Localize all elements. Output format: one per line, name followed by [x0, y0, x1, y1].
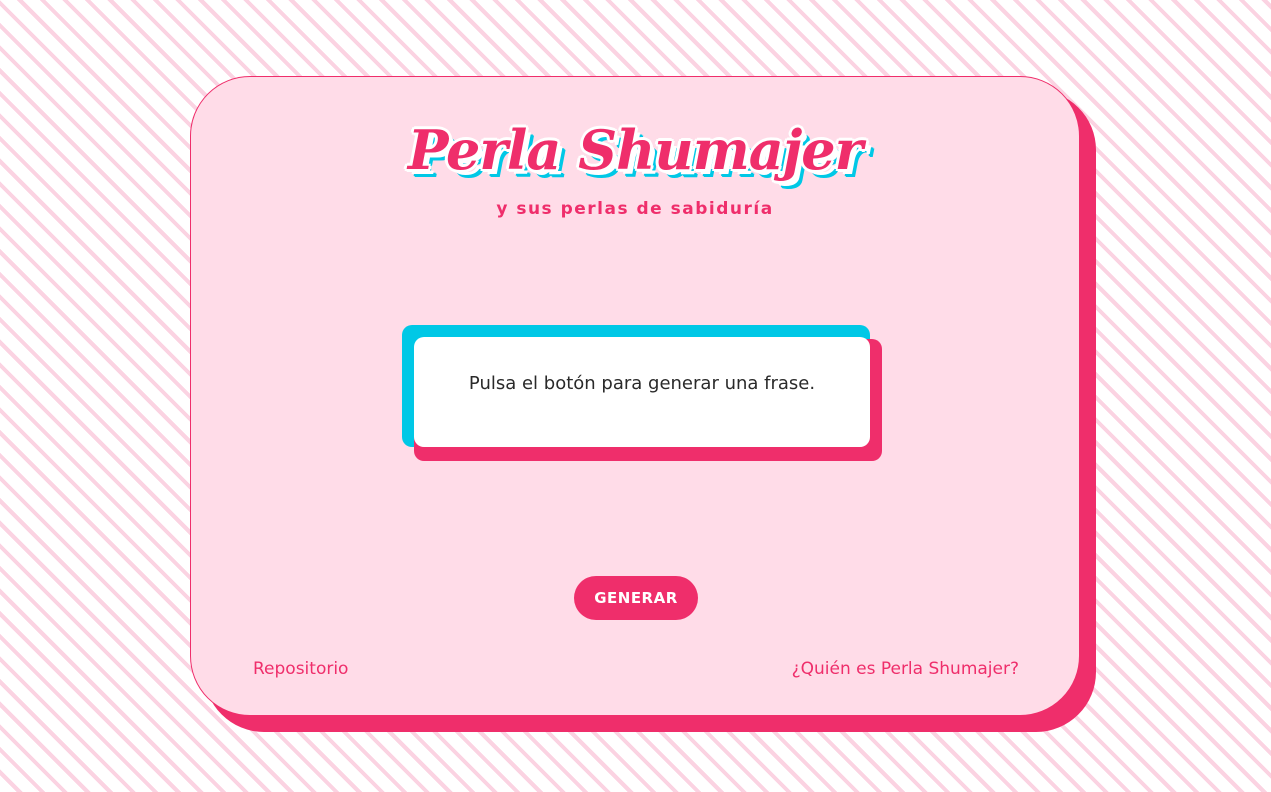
- app-subtitle: y sus perlas de sabiduría: [496, 199, 774, 219]
- main-card: Perla Shumajer y sus perlas de sabiduría…: [190, 76, 1080, 716]
- quote-box: Pulsa el botón para generar una frase.: [414, 337, 870, 447]
- quote-panel: Pulsa el botón para generar una frase.: [402, 325, 882, 462]
- repository-link[interactable]: Repositorio: [253, 657, 348, 681]
- generate-button[interactable]: GENERAR: [574, 576, 698, 620]
- about-link[interactable]: ¿Quién es Perla Shumajer?: [792, 657, 1019, 681]
- app-title: Perla Shumajer: [407, 118, 863, 182]
- quote-text: Pulsa el botón para generar una frase.: [468, 373, 816, 394]
